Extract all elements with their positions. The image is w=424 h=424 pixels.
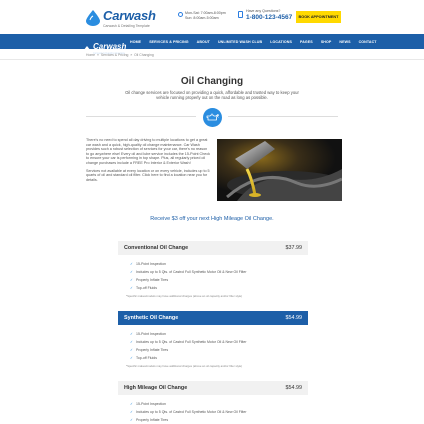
section-divider	[86, 116, 196, 117]
section-divider	[228, 116, 338, 117]
logo-tagline: Carwash & Detailing Template	[103, 24, 150, 28]
page-title: Oil Changing	[180, 76, 244, 87]
check-icon: ✓	[130, 278, 134, 282]
service-name: Synthetic Oil Change	[124, 315, 179, 321]
breadcrumb-current: Oil Changing	[134, 53, 154, 57]
phone-contact: Have any Questions? 1-800-123-4567	[238, 9, 292, 22]
hours-sunday: Sun: 8:00am-5:00am	[185, 16, 219, 20]
water-drop-icon	[83, 42, 91, 55]
list-item: ✓ 15-Point Inspection	[130, 332, 166, 336]
nav-item-home[interactable]: HOME	[130, 40, 141, 44]
nav-item-shop[interactable]: SHOP	[321, 40, 332, 44]
site-logo[interactable]: Carwash Carwash & Detailing Template	[86, 8, 156, 29]
list-item: ✓ Properly Inflate Tires	[130, 348, 169, 352]
service-note: *Specific makes/models may have addition…	[126, 294, 243, 298]
service-card-header[interactable]: Conventional Oil Change $37.99	[118, 241, 308, 255]
service-card-high-mileage: High Mileage Oil Change $54.99 ✓ 15-Point…	[118, 381, 308, 424]
breadcrumb-separator: »	[130, 53, 133, 57]
phone-icon	[238, 11, 243, 18]
breadcrumb-home[interactable]: Home	[86, 53, 95, 57]
list-item: ✓ Top-off Fluids	[130, 356, 157, 360]
clock-icon	[178, 12, 183, 17]
list-item: ✓ Properly Inflate Tires	[130, 418, 169, 422]
nav-item-contact[interactable]: CONTACT	[359, 40, 377, 44]
service-note: *Specific makes/models may have addition…	[126, 364, 243, 368]
oil-can-icon	[203, 108, 222, 127]
book-appointment-button[interactable]: BOOK APPOINTMENT	[296, 11, 341, 23]
nav-logo-name: Carwash	[93, 42, 127, 51]
description-paragraph: Services not available at every location…	[86, 168, 210, 182]
service-description: There's no need to spend all day driving…	[86, 138, 210, 185]
service-card-conventional: Conventional Oil Change $37.99 ✓ 15-Point…	[118, 241, 308, 298]
list-item: ✓ Properly Inflate Tires	[130, 278, 169, 282]
nav-item-about[interactable]: ABOUT	[197, 40, 210, 44]
description-paragraph: There's no need to spend all day driving…	[86, 138, 211, 165]
service-card-synthetic: Synthetic Oil Change $54.99 ✓ 15-Point In…	[118, 311, 308, 368]
service-card-header[interactable]: High Mileage Oil Change $54.99	[118, 381, 308, 395]
nav-item-unlimited-wash-club[interactable]: UNLIMITED WASH CLUB	[218, 40, 262, 44]
feature-list: ✓ 15-Point Inspection ✓ Includes up to 5 Q…	[118, 325, 308, 362]
list-item: ✓ Includes up to 5 Qts. of Castrol Full S…	[130, 340, 247, 344]
list-item: ✓ 15-Point Inspection	[130, 402, 166, 406]
check-icon: ✓	[130, 348, 134, 352]
nav-menu: HOME SERVICES & PRICING ABOUT UNLIMITED …	[130, 34, 385, 49]
breadcrumb-separator: »	[97, 53, 99, 57]
check-icon: ✓	[130, 418, 134, 422]
promo-text[interactable]: Receive $3 off your next High Mileage Oi…	[150, 216, 274, 223]
list-item: ✓ Includes up to 5 Qts. of Castrol Full S…	[130, 410, 247, 414]
check-icon: ✓	[130, 402, 134, 406]
list-item: ✓ 15-Point Inspection	[130, 262, 166, 266]
breadcrumb-services[interactable]: Services & Pricing	[101, 53, 129, 57]
oil-pouring-image	[217, 139, 342, 201]
service-price: $54.99	[285, 385, 303, 391]
service-card-header[interactable]: Synthetic Oil Change $54.99	[118, 311, 308, 325]
page-intro: Oil change services are focused on provi…	[125, 90, 299, 100]
check-icon: ✓	[130, 270, 134, 274]
service-price: $54.99	[285, 315, 303, 321]
opening-hours: Mon-Sat: 7:00am-8:00pm Sun: 8:00am-5:00a…	[178, 11, 226, 21]
feature-list: ✓ 15-Point Inspection ✓ Includes up to 5 Q…	[118, 395, 308, 424]
check-icon: ✓	[130, 410, 134, 414]
nav-item-pages[interactable]: PAGES	[300, 40, 313, 44]
check-icon: ✓	[130, 340, 134, 344]
feature-list: ✓ 15-Point Inspection ✓ Includes up to 5 Q…	[118, 255, 308, 292]
service-name: High Mileage Oil Change	[124, 385, 188, 391]
breadcrumb: Home » Services & Pricing » Oil Changing	[86, 53, 154, 57]
breadcrumb-divider	[0, 59, 424, 60]
list-item: ✓ Top-off Fluids	[130, 286, 157, 290]
nav-item-services-pricing[interactable]: SERVICES & PRICING	[149, 40, 188, 44]
nav-item-news[interactable]: NEWS	[339, 40, 350, 44]
service-price: $37.99	[285, 245, 303, 251]
service-name: Conventional Oil Change	[124, 245, 189, 251]
check-icon: ✓	[130, 332, 134, 336]
top-header: Carwash Carwash & Detailing Template Mon…	[0, 0, 424, 34]
main-navigation: Carwash Carwash & Detailing Template HOM…	[0, 34, 424, 55]
nav-item-locations[interactable]: LOCATIONS	[270, 40, 292, 44]
check-icon: ✓	[130, 356, 134, 360]
phone-number[interactable]: 1-800-123-4567	[246, 14, 292, 22]
check-icon: ✓	[130, 286, 134, 290]
list-item: ✓ Includes up to 5 Qts. of Castrol Full S…	[130, 270, 247, 274]
water-drop-icon	[86, 10, 100, 27]
logo-name: Carwash	[103, 8, 156, 23]
check-icon: ✓	[130, 262, 134, 266]
